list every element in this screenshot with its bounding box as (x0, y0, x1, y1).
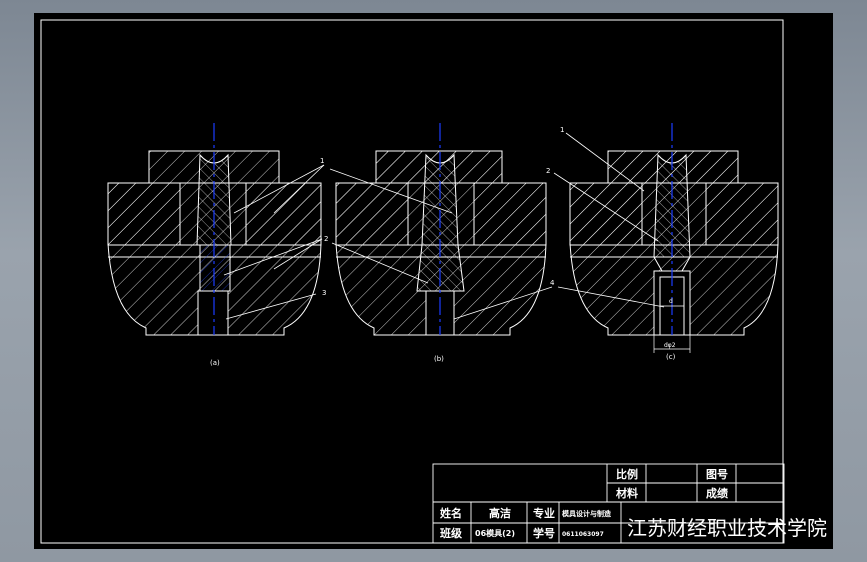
student-no-label: 学号 (533, 526, 555, 540)
cad-viewport[interactable]: (a) (b) (c) 1 1 2 2 3 4 d dφ2 比例 图号 材料 成… (34, 13, 833, 549)
section-view-b (335, 123, 547, 336)
view-label-b: (b) (434, 355, 444, 363)
scale-label: 比例 (616, 467, 638, 481)
section-view-a (107, 123, 322, 336)
grade-label: 成绩 (706, 486, 728, 500)
major-label: 专业 (533, 506, 555, 520)
drawing-canvas: (a) (b) (c) 1 1 2 2 3 4 d dφ2 比例 图号 材料 成… (40, 19, 827, 544)
view-label-a: (a) (210, 359, 220, 367)
title-block-text: 比例 图号 材料 成绩 姓名 高洁 专业 模具设计与制造 班级 06模具(2) … (440, 467, 827, 540)
dim-label-d: d (669, 298, 673, 305)
section-view-c (569, 123, 779, 353)
name-label: 姓名 (440, 506, 462, 520)
callout-1-c: 1 (560, 126, 564, 134)
callout-2-c: 2 (546, 167, 550, 175)
student-no-value: 0611063097 (562, 531, 604, 538)
class-label: 班级 (440, 526, 463, 540)
callout-2-a: 2 (324, 235, 328, 243)
drawing-no-label: 图号 (706, 468, 728, 481)
name-value: 高洁 (489, 506, 511, 520)
view-label-c: (c) (666, 353, 676, 361)
school-name: 江苏财经职业技术学院 (627, 516, 827, 540)
callout-1-a: 1 (320, 157, 324, 165)
material-label: 材料 (616, 486, 638, 500)
dim-label-d2: dφ2 (664, 342, 676, 349)
major-value: 模具设计与制造 (562, 509, 612, 518)
callout-3: 3 (322, 289, 326, 297)
class-value: 06模具(2) (475, 528, 515, 538)
callout-4: 4 (550, 279, 555, 287)
